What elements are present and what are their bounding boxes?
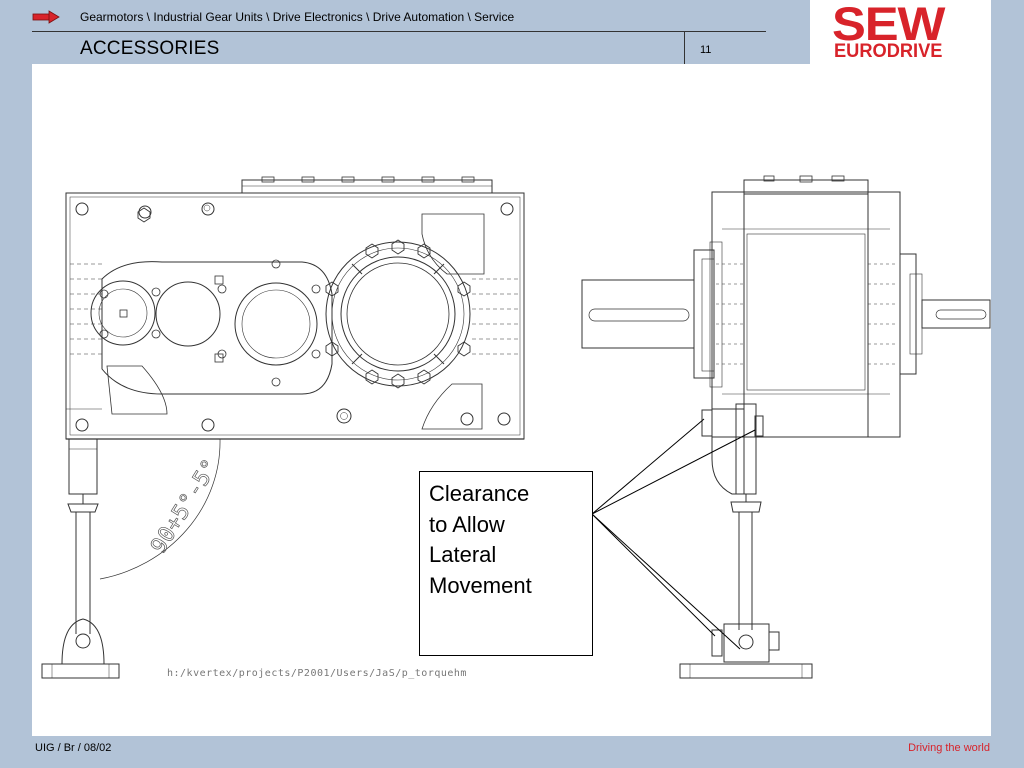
logo-eurodrive: EURODRIVE (834, 41, 943, 62)
logo-sew: SEW (832, 0, 945, 50)
right-arrow-icon (32, 10, 60, 24)
callout-line: Lateral (429, 542, 497, 567)
callout-line: Clearance (429, 481, 530, 506)
footer-author: UIG / Br / 08/02 (35, 742, 112, 754)
page-title: ACCESSORIES (80, 38, 220, 59)
page-number: 11 (700, 44, 712, 56)
callout-line: to Allow (429, 511, 505, 537)
gear-unit-side-view (581, 175, 991, 679)
angle-label: 90+5°-5° (146, 455, 223, 558)
callout-text: Clearance to Allow Lateral Movement (429, 479, 589, 601)
file-path-label: h:/kvertex/projects/P2001/Users/JaS/p_to… (167, 668, 467, 679)
footer-tagline: Driving the world (908, 742, 990, 754)
breadcrumb: Gearmotors \ Industrial Gear Units \ Dri… (80, 10, 515, 24)
title-separator (684, 32, 685, 64)
callout-line: Movement (429, 572, 532, 598)
header-divider (32, 31, 766, 32)
callout-leader-lines (591, 418, 756, 650)
